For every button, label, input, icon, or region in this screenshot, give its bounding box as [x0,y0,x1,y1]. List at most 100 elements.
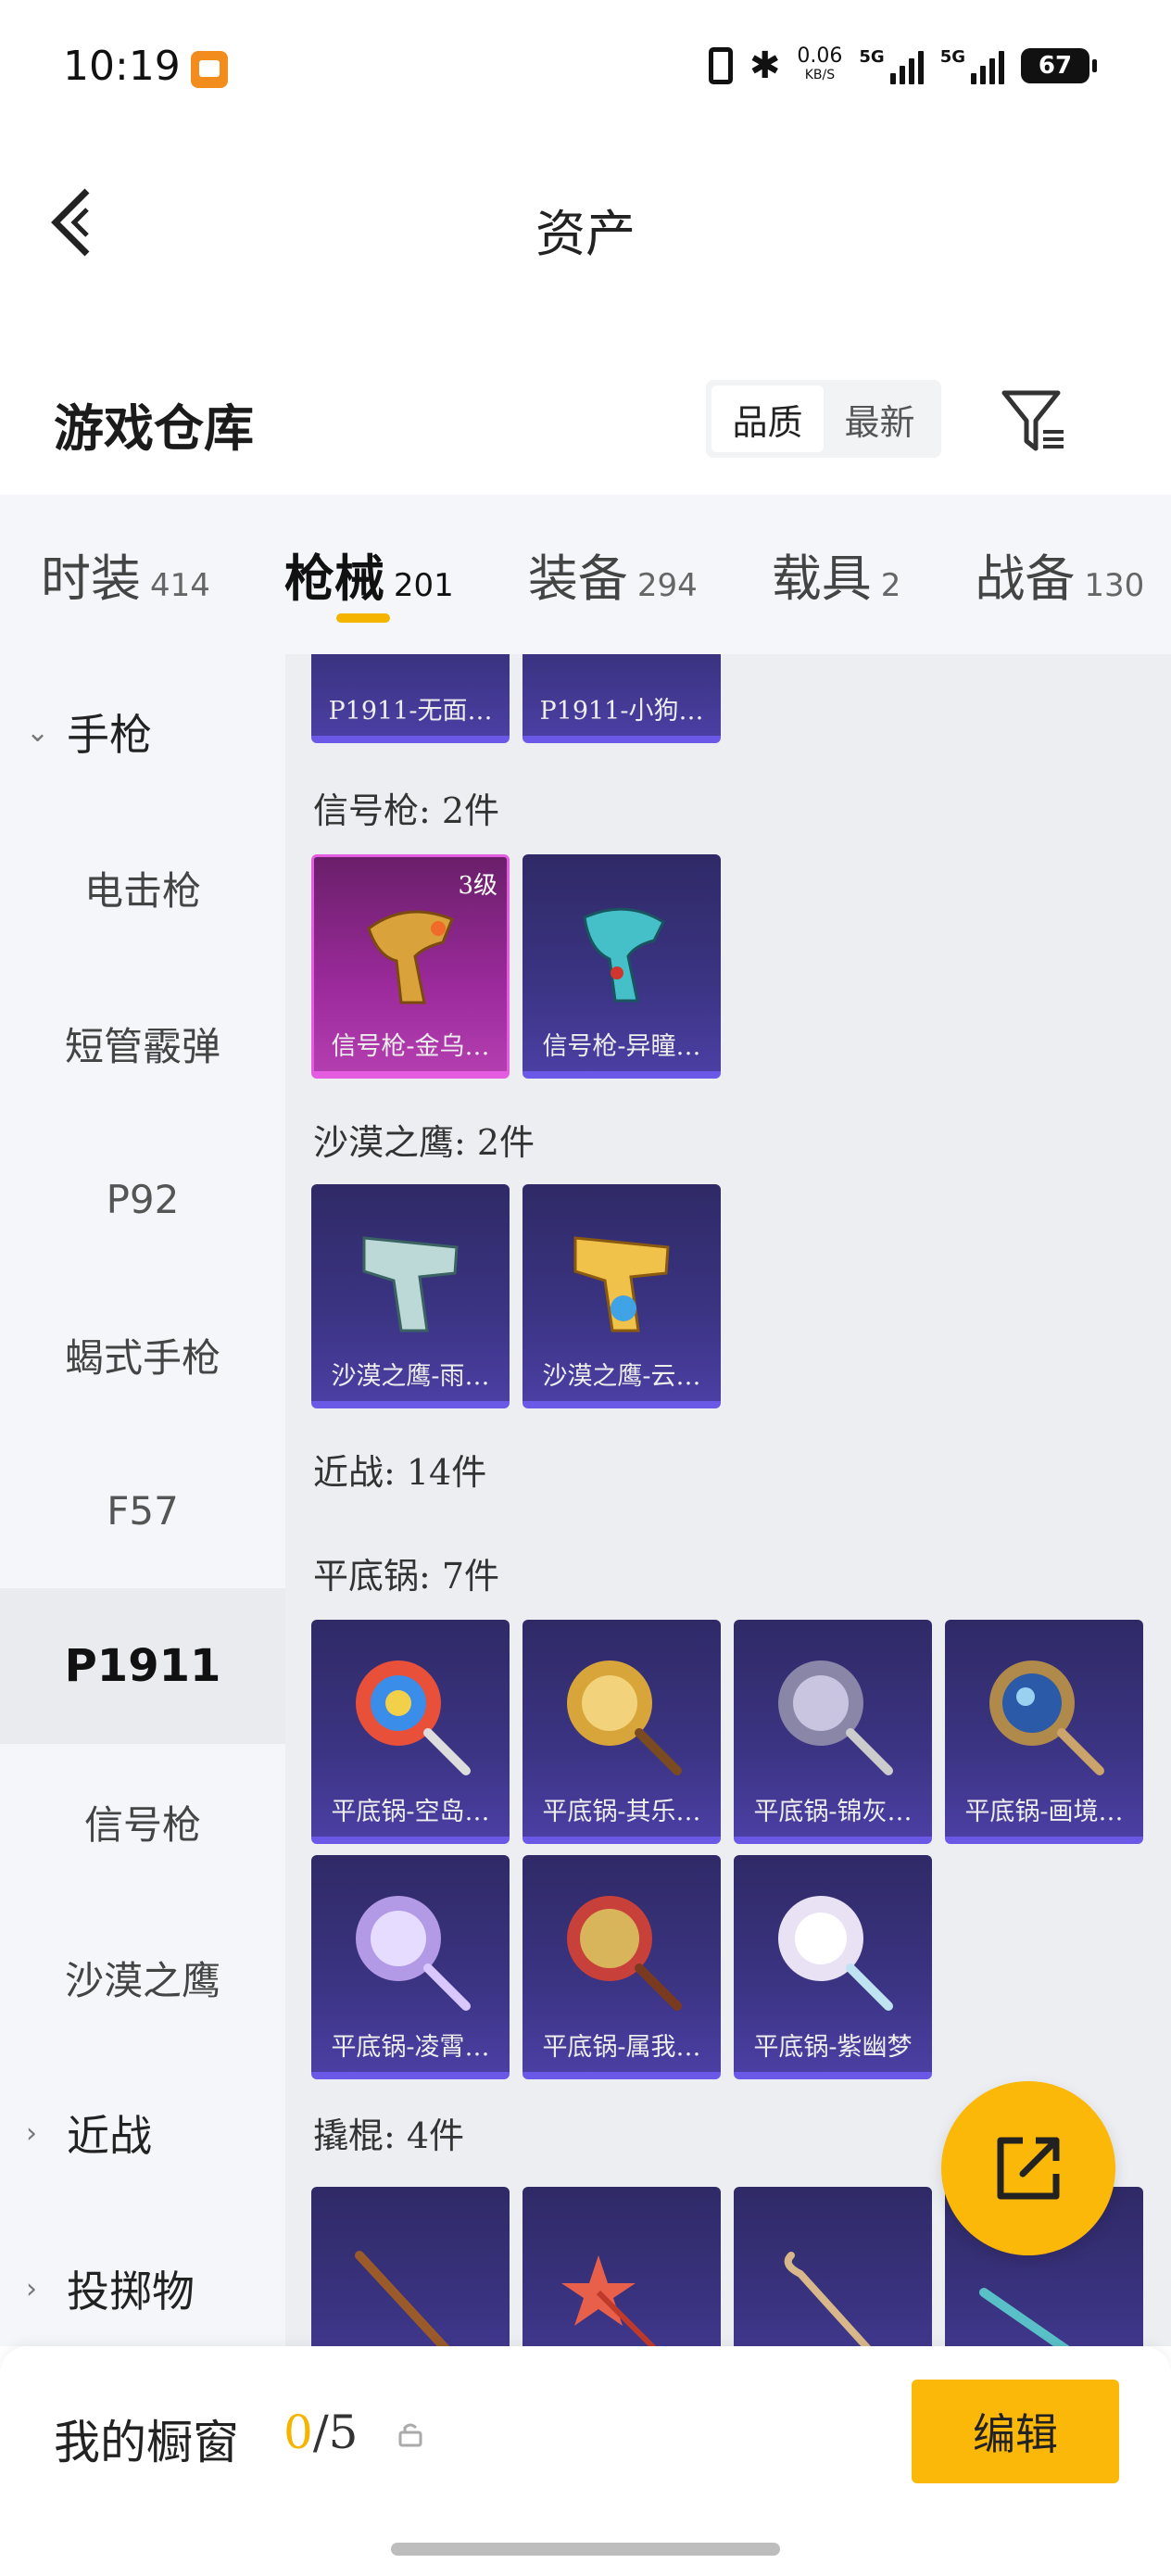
item-card[interactable]: 沙漠之鹰-雨… [311,1184,510,1408]
chevron-right-icon: › [26,2272,37,2305]
app-notification-icon [191,51,228,88]
item-name: 平底锅-空岛… [331,1798,490,1826]
showcase-count: 0/5 [283,2406,358,2459]
frying-pan-art-icon [356,1660,471,1775]
subnav-item-desert-eagle[interactable]: 沙漠之鹰 [0,1900,285,2055]
frying-pan-art-icon [989,1660,1104,1775]
item-card[interactable]: 沙漠之鹰-云… [523,1184,721,1408]
flare-gun-art-icon [367,910,454,1004]
frying-pan-art-icon [356,1895,471,2011]
home-indicator [391,2543,780,2556]
subnav-group-pistols[interactable]: ⌄ 手枪 [0,654,285,810]
item-card[interactable] [311,2187,510,2346]
item-name: 平底锅-紫幽梦 [753,2033,913,2062]
group-label-melee: 近战: 14件 [313,1452,487,1493]
filter-button[interactable] [1001,387,1067,454]
tab-firearms[interactable]: 枪械 201 [284,495,454,654]
subnav-group-label: 投掷物 [67,2267,195,2317]
speed-value: 0.06 [797,44,843,68]
item-card[interactable]: 平底锅-紫幽梦 [734,1855,932,2079]
tab-combat-gear[interactable]: 战备 130 [975,495,1144,654]
edit-button[interactable]: 编辑 [912,2380,1119,2483]
warehouse-header: 游戏仓库 品质 最新 [0,352,1171,482]
frying-pan-art-icon [778,1660,893,1775]
sort-quality-button[interactable]: 品质 [711,385,824,452]
item-card[interactable]: 平底锅-空岛… [311,1620,510,1844]
item-name: 平底锅-画境… [964,1798,1124,1826]
signal-1-label: 5G [859,47,885,67]
category-tabs: 时装 414 枪械 201 装备 294 载具 2 战备 130 [0,495,1171,654]
showcase-total: /5 [312,2406,359,2459]
crowbar-art-icon [784,2251,872,2346]
tab-label: 枪械 [283,549,384,608]
tab-vehicles[interactable]: 载具 2 [772,495,901,654]
group-label-crowbar: 撬棍: 4件 [313,2115,465,2156]
tab-label: 装备 [527,549,628,608]
item-name: 平底锅-其乐… [542,1798,701,1826]
subnav-item-p92[interactable]: P92 [0,1121,285,1277]
item-name: 沙漠之鹰-云… [542,1362,701,1391]
tab-count: 201 [393,567,454,604]
speed-unit: KB/S [804,68,836,82]
tab-label: 时装 [41,549,141,608]
item-card[interactable]: 平底锅-凌霄… [311,1855,510,2079]
tab-count: 2 [880,567,901,604]
chevron-down-icon: ⌄ [26,715,50,749]
top-header: 资产 [0,139,1171,306]
item-card[interactable]: 平底锅-属我… [523,1855,721,2079]
item-name: P1911-无面… [328,697,493,726]
flare-gun-art-icon [583,907,665,1003]
item-name: 平底锅-锦灰… [753,1798,913,1826]
status-bar: 10:19 ✱ 0.06 KB/S 5G 5G 67 [0,0,1171,139]
section-title: 游戏仓库 [54,398,254,458]
tab-fashion[interactable]: 时装 414 [41,495,210,654]
share-fab-button[interactable] [941,2081,1115,2255]
tab-count: 130 [1084,567,1145,604]
item-name: 平底锅-凌霄… [331,2033,490,2062]
crowbar-art-icon [355,2250,450,2346]
sort-newest-button[interactable]: 最新 [824,385,936,452]
subnav-item-skorpion[interactable]: 蝎式手枪 [0,1277,285,1433]
item-card[interactable]: P1911-无面… [311,654,510,743]
item-card[interactable]: 平底锅-画境… [945,1620,1143,1844]
item-name: 信号枪-异瞳… [542,1032,701,1061]
item-card[interactable]: 平底锅-锦灰… [734,1620,932,1844]
status-indicators: ✱ 0.06 KB/S 5G 5G 67 [708,44,1097,87]
subnav-item-f57[interactable]: F57 [0,1433,285,1588]
item-card[interactable]: 信号枪-异瞳… [523,854,721,1079]
subnav-group-label: 近战 [67,2111,152,2161]
subnav-group-throwables[interactable]: › 投掷物 [0,2211,285,2367]
chevron-right-icon: › [26,2116,37,2150]
group-label-flare-gun: 信号枪: 2件 [313,790,500,831]
tab-label: 载具 [771,549,872,608]
subnav-item-flare-gun[interactable]: 信号枪 [0,1744,285,1900]
vibrate-icon [708,47,733,84]
showcase-current: 0 [283,2406,313,2459]
item-name: 平底锅-属我… [542,2033,701,2062]
lock-icon [398,2423,422,2447]
subnav-item-p1911[interactable]: P1911 [0,1588,285,1744]
signal-2-label: 5G [939,47,965,67]
showcase-bar: 我的橱窗 0/5 编辑 [0,2346,1171,2576]
tab-label: 战备 [975,549,1076,608]
item-card[interactable] [523,2187,721,2346]
item-card[interactable] [734,2187,932,2346]
showcase-label: 我的橱窗 [54,2416,239,2469]
group-label-desert-eagle: 沙漠之鹰: 2件 [313,1122,535,1163]
item-name: 信号枪-金乌… [331,1032,490,1061]
desert-eagle-art-icon [573,1236,670,1332]
tab-count: 294 [636,567,698,604]
subnav-group-melee[interactable]: › 近战 [0,2055,285,2211]
subnav-item-sawed-off[interactable]: 短管霰弹 [0,966,285,1121]
item-card[interactable]: 3级 信号枪-金乌… [311,854,510,1079]
battery-icon: 67 [1021,48,1097,83]
group-label-pan: 平底锅: 7件 [313,1556,500,1597]
item-card[interactable]: 平底锅-其乐… [523,1620,721,1844]
frying-pan-art-icon [778,1895,893,2011]
tab-equipment[interactable]: 装备 294 [528,495,698,654]
pinwheel-crowbar-art-icon [561,2254,657,2346]
subnav-item-stun-gun[interactable]: 电击枪 [0,810,285,966]
item-card[interactable]: P1911-小狗… [523,654,721,743]
desert-eagle-art-icon [362,1236,459,1332]
network-speed: 0.06 KB/S [797,44,843,84]
